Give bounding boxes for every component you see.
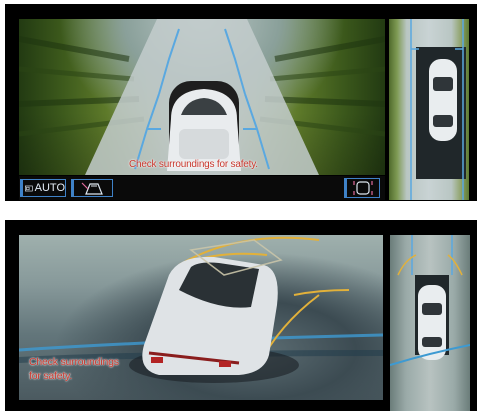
auto-button[interactable]: AUTO	[20, 179, 66, 197]
safety-warning-line1: Check surroundings	[29, 356, 119, 368]
top-down-car-icon	[410, 19, 466, 200]
top-down-view	[389, 19, 469, 200]
car-camera-icon	[81, 182, 103, 195]
top-down-car-icon	[390, 235, 470, 366]
panoramic-camera-view: Check surroundings for safety.	[19, 235, 383, 400]
camera-button-bar: AUTO	[19, 176, 385, 200]
front-scene	[19, 19, 385, 175]
bottom-camera-screen: Check surroundings for safety.	[5, 220, 477, 411]
vehicle-silhouette	[167, 81, 241, 171]
front-rear-switch-button[interactable]	[344, 178, 380, 198]
safety-warning: Check surroundings for safety.	[29, 355, 119, 383]
safety-warning-line2: for safety.	[29, 370, 73, 382]
front-camera-view: Check surroundings for safety.	[19, 19, 385, 175]
auto-camera-icon	[25, 185, 33, 191]
top-camera-screen: Check surroundings for safety. AUTO	[5, 4, 477, 201]
auto-label: AUTO	[34, 182, 65, 194]
top-down-view	[390, 235, 470, 411]
vehicle-3d-silhouette	[129, 256, 299, 383]
camera-view-button[interactable]	[71, 179, 113, 197]
car-front-rear-icon	[353, 181, 373, 195]
safety-warning: Check surroundings for safety.	[129, 159, 258, 170]
